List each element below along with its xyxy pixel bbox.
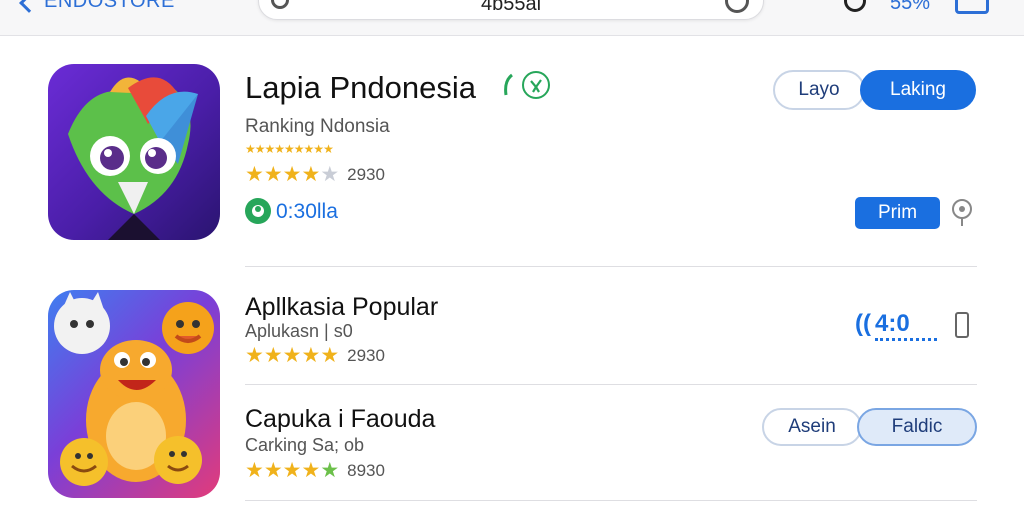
location-pin-icon[interactable] (950, 198, 974, 228)
app-icon-1[interactable] (48, 64, 220, 240)
rating-count: 2930 (347, 345, 385, 365)
search-input[interactable]: 4b55al (258, 0, 764, 20)
rating-count: 2930 (347, 164, 385, 184)
star-icon: ★ (245, 163, 264, 186)
app-title[interactable]: Apllkasia Popular (245, 293, 438, 322)
star-icon: ★ (282, 163, 302, 186)
rating-count: 8930 (347, 460, 385, 480)
divider (245, 500, 977, 501)
prim-button[interactable]: Prim (855, 197, 940, 229)
audio-status[interactable]: (( 4:0 (855, 310, 910, 338)
back-button[interactable]: ENDOSTORE (19, 0, 175, 13)
star-icon: ★ (301, 163, 320, 186)
app-title[interactable]: Capuka i Faouda (245, 405, 435, 434)
app-subtitle: Aplukasn | s0 (245, 321, 353, 341)
chevron-left-icon (19, 0, 39, 13)
download-icon (245, 198, 271, 224)
signal-icon: (( (855, 310, 871, 337)
cartoon-characters-icon (54, 292, 214, 486)
phone-icon (502, 73, 518, 97)
star-icon: ★ (263, 459, 283, 482)
star-icon: ★ (245, 344, 264, 367)
mini-rating: ★★★★★★★★★ (245, 142, 334, 156)
app-subtitle: Carking Sa; ob (245, 435, 365, 455)
verified-icon (522, 71, 550, 99)
star-icon: ★ (282, 459, 302, 482)
rating-stars: ★ ★ ★ ★ ★ 2930 (245, 343, 385, 368)
star-icon: ★ (263, 344, 283, 367)
search-icon[interactable] (844, 0, 866, 12)
star-icon: ★ (245, 459, 264, 482)
battery-icon (955, 312, 969, 338)
status-percent: 55% (890, 0, 931, 14)
star-empty-icon: ★ (320, 163, 339, 186)
star-icon: ★ (263, 163, 283, 186)
tabs-icon[interactable] (955, 0, 989, 14)
star-half-icon: ★ (320, 344, 339, 367)
audio-status-label: 4:0 (874, 310, 910, 337)
star-icon: ★ (320, 459, 339, 482)
app-size: 0:30lla (276, 200, 338, 223)
star-icon: ★ (301, 459, 320, 482)
star-icon: ★ (301, 344, 320, 367)
search-query: 4b55al (480, 0, 542, 15)
layo-button[interactable]: Layo (773, 70, 865, 110)
app-subtitle: Ranking Ndonsia (245, 116, 390, 137)
progress-dots (875, 338, 937, 341)
rating-stars: ★ ★ ★ ★ ★ 2930 (245, 162, 385, 187)
rating-stars: ★ ★ ★ ★ ★ 8930 (245, 458, 385, 483)
back-label: ENDOSTORE (44, 0, 175, 12)
app-icon-2[interactable] (48, 290, 220, 498)
divider (245, 384, 977, 385)
top-bar: ENDOSTORE 4b55al 55% (0, 0, 1024, 36)
faldic-button[interactable]: Faldic (857, 408, 977, 446)
parrot-mascot-icon (68, 77, 198, 240)
laking-button[interactable]: Laking (860, 70, 976, 110)
asein-button[interactable]: Asein (762, 408, 862, 446)
star-icon: ★ (282, 344, 302, 367)
app-title[interactable]: Lapia Pndonesia (245, 70, 476, 106)
divider (245, 266, 977, 267)
